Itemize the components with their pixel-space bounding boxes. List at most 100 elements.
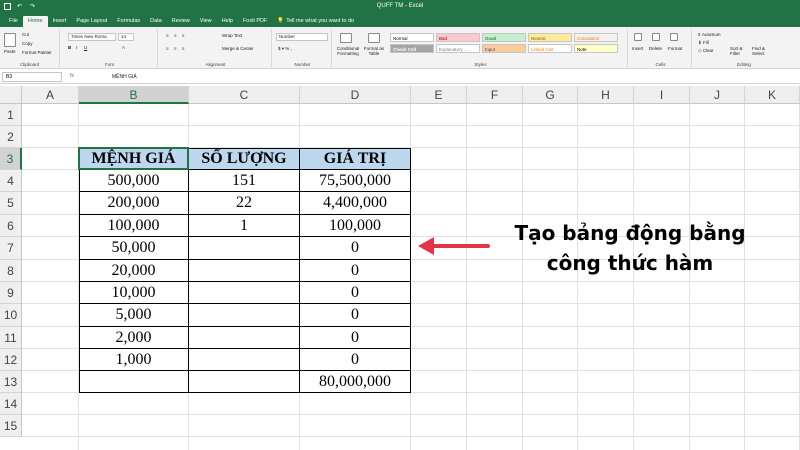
- row-header-13[interactable]: 13: [0, 371, 22, 393]
- tab-view[interactable]: View: [195, 16, 217, 27]
- bold-button[interactable]: B: [68, 45, 71, 50]
- tell-me-search[interactable]: 💡 Tell me what you want to do: [272, 16, 359, 27]
- insert-button[interactable]: Insert: [632, 46, 643, 51]
- table-cell[interactable]: [189, 282, 300, 304]
- row-header-15[interactable]: 15: [0, 415, 22, 437]
- cell-style-explanatory[interactable]: Explanatory ...: [436, 44, 480, 53]
- table-cell[interactable]: 500,000: [79, 170, 189, 192]
- insert-icon[interactable]: [634, 33, 642, 41]
- tab-home[interactable]: Home: [22, 16, 48, 27]
- cell-style-calculation[interactable]: Calculation: [574, 33, 618, 42]
- table-cell[interactable]: 100,000: [300, 215, 411, 237]
- table-header-cell[interactable]: GIÁ TRỊ: [300, 148, 411, 170]
- vertical-align-icons[interactable]: ≡ ≡ ≡: [166, 33, 186, 38]
- conditional-formatting-icon[interactable]: [340, 33, 352, 43]
- copy-button[interactable]: Copy: [22, 41, 33, 46]
- table-cell[interactable]: 1,000: [79, 349, 189, 371]
- table-cell[interactable]: 0: [300, 260, 411, 282]
- table-cell[interactable]: 0: [300, 327, 411, 349]
- table-header-cell[interactable]: SỐ LƯỢNG: [189, 148, 300, 170]
- select-all-corner[interactable]: [0, 86, 22, 104]
- cell-style-normal[interactable]: Normal: [390, 33, 434, 42]
- table-cell[interactable]: 10,000: [79, 282, 189, 304]
- paste-icon[interactable]: [4, 33, 16, 47]
- cell-style-linked-cell[interactable]: Linked Cell: [528, 44, 572, 53]
- cell-style-bad[interactable]: Bad: [436, 33, 480, 42]
- delete-button[interactable]: Delete: [649, 46, 662, 51]
- table-cell[interactable]: 1: [189, 215, 300, 237]
- cell-style-check-cell[interactable]: Check Cell: [390, 44, 434, 53]
- fx-icon[interactable]: fx: [70, 73, 74, 79]
- table-cell[interactable]: 0: [300, 304, 411, 327]
- tab-foxit-pdf[interactable]: Foxit PDF: [238, 16, 272, 27]
- formula-input[interactable]: MỆNH GIÁ: [112, 72, 137, 82]
- table-cell[interactable]: [189, 260, 300, 282]
- format-painter-button[interactable]: Format Painter: [22, 50, 52, 55]
- table-cell[interactable]: 200,000: [79, 192, 189, 215]
- table-cell[interactable]: 2,000: [79, 327, 189, 349]
- tab-file[interactable]: File: [4, 16, 23, 27]
- conditional-formatting-button[interactable]: Conditional Formatting: [334, 46, 362, 56]
- row-header-12[interactable]: 12: [0, 349, 22, 371]
- delete-icon[interactable]: [652, 33, 660, 41]
- column-header-f[interactable]: F: [467, 86, 523, 104]
- table-cell[interactable]: 0: [300, 349, 411, 371]
- table-cell[interactable]: [189, 349, 300, 371]
- cell-style-input[interactable]: Input: [482, 44, 526, 53]
- row-header-9[interactable]: 9: [0, 282, 22, 304]
- cut-button[interactable]: Cut: [22, 32, 29, 37]
- paste-button[interactable]: Paste: [4, 49, 16, 54]
- table-cell[interactable]: [189, 371, 300, 393]
- format-button[interactable]: Format: [668, 46, 682, 51]
- tab-insert[interactable]: Insert: [48, 16, 72, 27]
- tab-formulas[interactable]: Formulas: [112, 16, 145, 27]
- table-cell[interactable]: 0: [300, 282, 411, 304]
- table-cell[interactable]: 22: [189, 192, 300, 215]
- find-select-button[interactable]: Find & Select: [752, 46, 774, 56]
- row-header-5[interactable]: 5: [0, 192, 22, 215]
- tab-review[interactable]: Review: [167, 16, 195, 27]
- row-header-8[interactable]: 8: [0, 260, 22, 282]
- row-header-11[interactable]: 11: [0, 327, 22, 349]
- table-cell[interactable]: 80,000,000: [300, 371, 411, 393]
- column-header-a[interactable]: A: [22, 86, 79, 104]
- format-icon[interactable]: [670, 33, 678, 41]
- underline-button[interactable]: U: [84, 45, 87, 50]
- row-header-6[interactable]: 6: [0, 215, 22, 237]
- table-cell[interactable]: [189, 304, 300, 327]
- horizontal-align-icons[interactable]: ≡ ≡ ≡: [166, 46, 186, 51]
- table-cell[interactable]: [79, 371, 189, 393]
- cell-style-note[interactable]: Note: [574, 44, 618, 53]
- merge-center-button[interactable]: Merge & Center: [222, 46, 254, 51]
- fill-button[interactable]: ⬇ Fill: [698, 40, 709, 46]
- cell-style-neutral[interactable]: Neutral: [528, 33, 572, 42]
- table-cell[interactable]: [189, 327, 300, 349]
- column-header-d[interactable]: D: [300, 86, 411, 104]
- format-as-table-icon[interactable]: [368, 33, 380, 43]
- column-header-i[interactable]: I: [634, 86, 690, 104]
- wrap-text-button[interactable]: Wrap Text: [222, 33, 242, 38]
- row-header-14[interactable]: 14: [0, 393, 22, 415]
- row-header-2[interactable]: 2: [0, 126, 22, 148]
- row-header-3[interactable]: 3: [0, 148, 22, 170]
- autosum-button[interactable]: Σ AutoSum: [698, 32, 721, 37]
- tab-data[interactable]: Data: [145, 16, 167, 27]
- name-box[interactable]: B3: [2, 72, 62, 82]
- tab-page-layout[interactable]: Page Layout: [71, 16, 112, 27]
- table-cell[interactable]: 4,400,000: [300, 192, 411, 215]
- row-header-10[interactable]: 10: [0, 304, 22, 327]
- row-header-1[interactable]: 1: [0, 104, 22, 126]
- font-name-select[interactable]: Times New Roma: [68, 33, 116, 41]
- cell-style-good[interactable]: Good: [482, 33, 526, 42]
- font-color-button[interactable]: A: [122, 45, 125, 50]
- number-format-select[interactable]: Number: [276, 33, 328, 41]
- font-size-select[interactable]: 14: [118, 33, 134, 41]
- italic-button[interactable]: I: [76, 45, 77, 50]
- table-header-cell[interactable]: MỆNH GIÁ: [79, 148, 189, 170]
- table-cell[interactable]: 5,000: [79, 304, 189, 327]
- column-header-h[interactable]: H: [578, 86, 634, 104]
- table-cell[interactable]: 151: [189, 170, 300, 192]
- table-cell[interactable]: 75,500,000: [300, 170, 411, 192]
- table-cell[interactable]: [189, 237, 300, 260]
- column-header-c[interactable]: C: [189, 86, 300, 104]
